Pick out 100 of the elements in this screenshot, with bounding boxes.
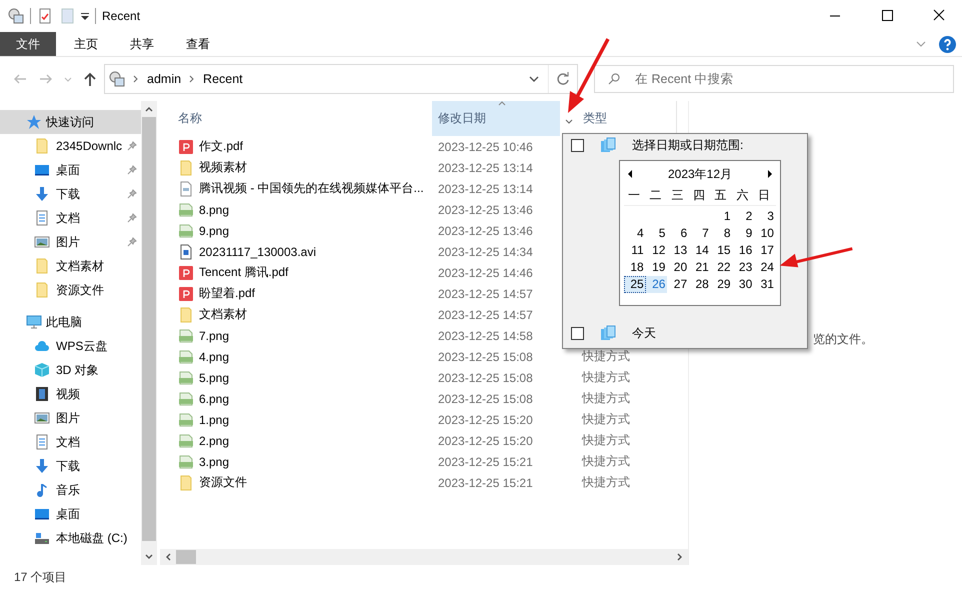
nav-item[interactable]: 资源文件 — [0, 278, 141, 302]
calendar-day[interactable]: 1 — [710, 208, 733, 225]
file-name[interactable]: 盼望着.pdf — [178, 285, 438, 302]
calendar-day[interactable]: 28 — [689, 276, 711, 293]
checkbox[interactable] — [571, 326, 584, 340]
nav-item[interactable]: 3D 对象 — [0, 358, 141, 382]
calendar-day[interactable]: 7 — [689, 225, 711, 242]
nav-item[interactable]: 文档 — [0, 206, 141, 230]
pin-icon[interactable] — [127, 213, 137, 223]
calendar-day[interactable]: 18 — [624, 259, 646, 276]
calendar-day[interactable]: 31 — [754, 276, 776, 293]
vertical-scrollbar[interactable] — [141, 101, 157, 565]
breadcrumb[interactable]: admin — [147, 72, 182, 86]
file-name[interactable]: Tencent 腾讯.pdf — [178, 264, 438, 281]
calendar-day[interactable]: 13 — [667, 242, 690, 259]
calendar-day[interactable]: 20 — [667, 259, 690, 276]
nav-item[interactable]: 文档素材 — [0, 254, 141, 278]
nav-item[interactable]: 桌面 — [0, 158, 141, 182]
calendar-day[interactable]: 8 — [710, 225, 733, 242]
calendar-day[interactable]: 19 — [646, 259, 668, 276]
pin-icon[interactable] — [127, 165, 137, 175]
file-name[interactable]: 作文.pdf — [178, 138, 438, 155]
nav-item[interactable]: 快速访问 — [0, 110, 141, 134]
weekday-label: 五 — [714, 186, 728, 204]
file-name[interactable]: 6.png — [178, 390, 438, 406]
calendar-day[interactable]: 14 — [689, 242, 711, 259]
pin-icon[interactable] — [127, 189, 137, 199]
filter-dropdown-icon[interactable] — [565, 117, 573, 125]
pin-icon[interactable] — [127, 237, 137, 247]
up-icon[interactable] — [82, 71, 98, 87]
month-title[interactable]: 2023年12月 — [668, 166, 732, 182]
nav-item[interactable]: 下载 — [0, 182, 141, 206]
calendar-day[interactable]: 5 — [646, 225, 668, 242]
ribbon-tab[interactable]: 查看 — [172, 32, 224, 56]
calendar-day[interactable]: 16 — [732, 242, 754, 259]
sort-ascending-icon — [498, 101, 506, 106]
nav-item[interactable]: 桌面 — [0, 502, 141, 526]
calendar-day[interactable]: 30 — [732, 276, 754, 293]
file-name[interactable]: 8.png — [178, 202, 438, 218]
pdf-icon — [178, 286, 194, 302]
nav-item[interactable]: 视频 — [0, 382, 141, 406]
calendar-day[interactable]: 17 — [754, 242, 776, 259]
file-name[interactable]: 9.png — [178, 222, 438, 238]
calendar-day[interactable]: 4 — [624, 225, 646, 242]
file-name[interactable]: 7.png — [178, 328, 438, 344]
file-name[interactable]: 2.png — [178, 432, 438, 448]
pin-icon[interactable] — [127, 141, 137, 151]
refresh-button[interactable] — [548, 64, 578, 94]
file-name[interactable]: 20231117_130003.avi — [178, 244, 438, 260]
calendar-day[interactable]: 9 — [732, 225, 754, 242]
file-name[interactable]: 3.png — [178, 454, 438, 470]
address-bar[interactable]: admin Recent — [104, 64, 549, 94]
file-name[interactable]: 资源文件 — [178, 474, 438, 491]
file-name[interactable]: 文档素材 — [178, 306, 438, 323]
calendar-day[interactable]: 21 — [689, 259, 711, 276]
calendar-day[interactable]: 24 — [754, 259, 776, 276]
nav-item[interactable]: 此电脑 — [0, 310, 141, 334]
ribbon-tab[interactable]: 共享 — [116, 32, 168, 56]
file-name[interactable]: 4.png — [178, 348, 438, 364]
calendar-day[interactable]: 2 — [732, 208, 754, 225]
file-name[interactable]: 1.png — [178, 412, 438, 428]
dropdown-icon[interactable] — [81, 12, 89, 20]
nav-item[interactable]: 音乐 — [0, 478, 141, 502]
checkbox[interactable] — [571, 138, 584, 152]
calendar-day[interactable]: 10 — [754, 225, 776, 242]
calendar-day[interactable]: 25 — [624, 276, 646, 293]
column-header[interactable]: 名称 — [172, 101, 432, 136]
ribbon-tab[interactable]: 文件 — [0, 32, 56, 56]
help-icon[interactable] — [939, 36, 956, 52]
date-cell-text: 2023-12-25 15:20 — [438, 434, 534, 448]
nav-item[interactable]: 本地磁盘 (C:) — [0, 526, 141, 550]
calendar-day[interactable]: 27 — [667, 276, 690, 293]
file-name[interactable]: 视频素材 — [178, 159, 438, 176]
calendar-day[interactable]: 12 — [646, 242, 668, 259]
calendar[interactable]: 2023年12月 一 二 三 四 五 六 日 1 2 3 4 5 6 7 8 9 10 11 12 13 14 15 16 17 18 19 20 21 22 23 24 25 26 27 28 29 30 31 — [619, 160, 781, 306]
horizontal-scrollbar[interactable] — [160, 549, 688, 565]
file-name[interactable]: 5.png — [178, 370, 438, 386]
properties-icon[interactable] — [37, 8, 53, 24]
scrollbar-thumb[interactable] — [176, 550, 196, 564]
breadcrumb[interactable]: Recent — [203, 72, 243, 86]
nav-item[interactable]: 2345Downlc — [0, 134, 141, 158]
previous-month-icon[interactable] — [626, 170, 634, 178]
nav-item[interactable]: 下载 — [0, 454, 141, 478]
ribbon-tab[interactable]: 主页 — [60, 32, 112, 56]
calendar-day[interactable]: 3 — [754, 208, 776, 225]
calendar-day[interactable]: 22 — [710, 259, 733, 276]
file-name[interactable]: 腾讯视频 - 中国领先的在线视频媒体平台... — [178, 180, 438, 197]
nav-item[interactable]: 图片 — [0, 230, 141, 254]
search-field[interactable]: 在 Recent 中搜索 — [594, 65, 954, 93]
scrollbar-thumb[interactable] — [142, 117, 156, 541]
nav-item[interactable]: 图片 — [0, 406, 141, 430]
nav-item[interactable]: 文档 — [0, 430, 141, 454]
nav-item[interactable]: WPS云盘 — [0, 334, 141, 358]
calendar-day[interactable]: 11 — [624, 242, 646, 259]
calendar-day[interactable]: 26 — [646, 276, 668, 293]
next-month-icon[interactable] — [766, 170, 774, 178]
calendar-day[interactable]: 29 — [710, 276, 733, 293]
calendar-day[interactable]: 6 — [667, 225, 690, 242]
calendar-day[interactable]: 15 — [710, 242, 733, 259]
calendar-day[interactable]: 23 — [732, 259, 754, 276]
